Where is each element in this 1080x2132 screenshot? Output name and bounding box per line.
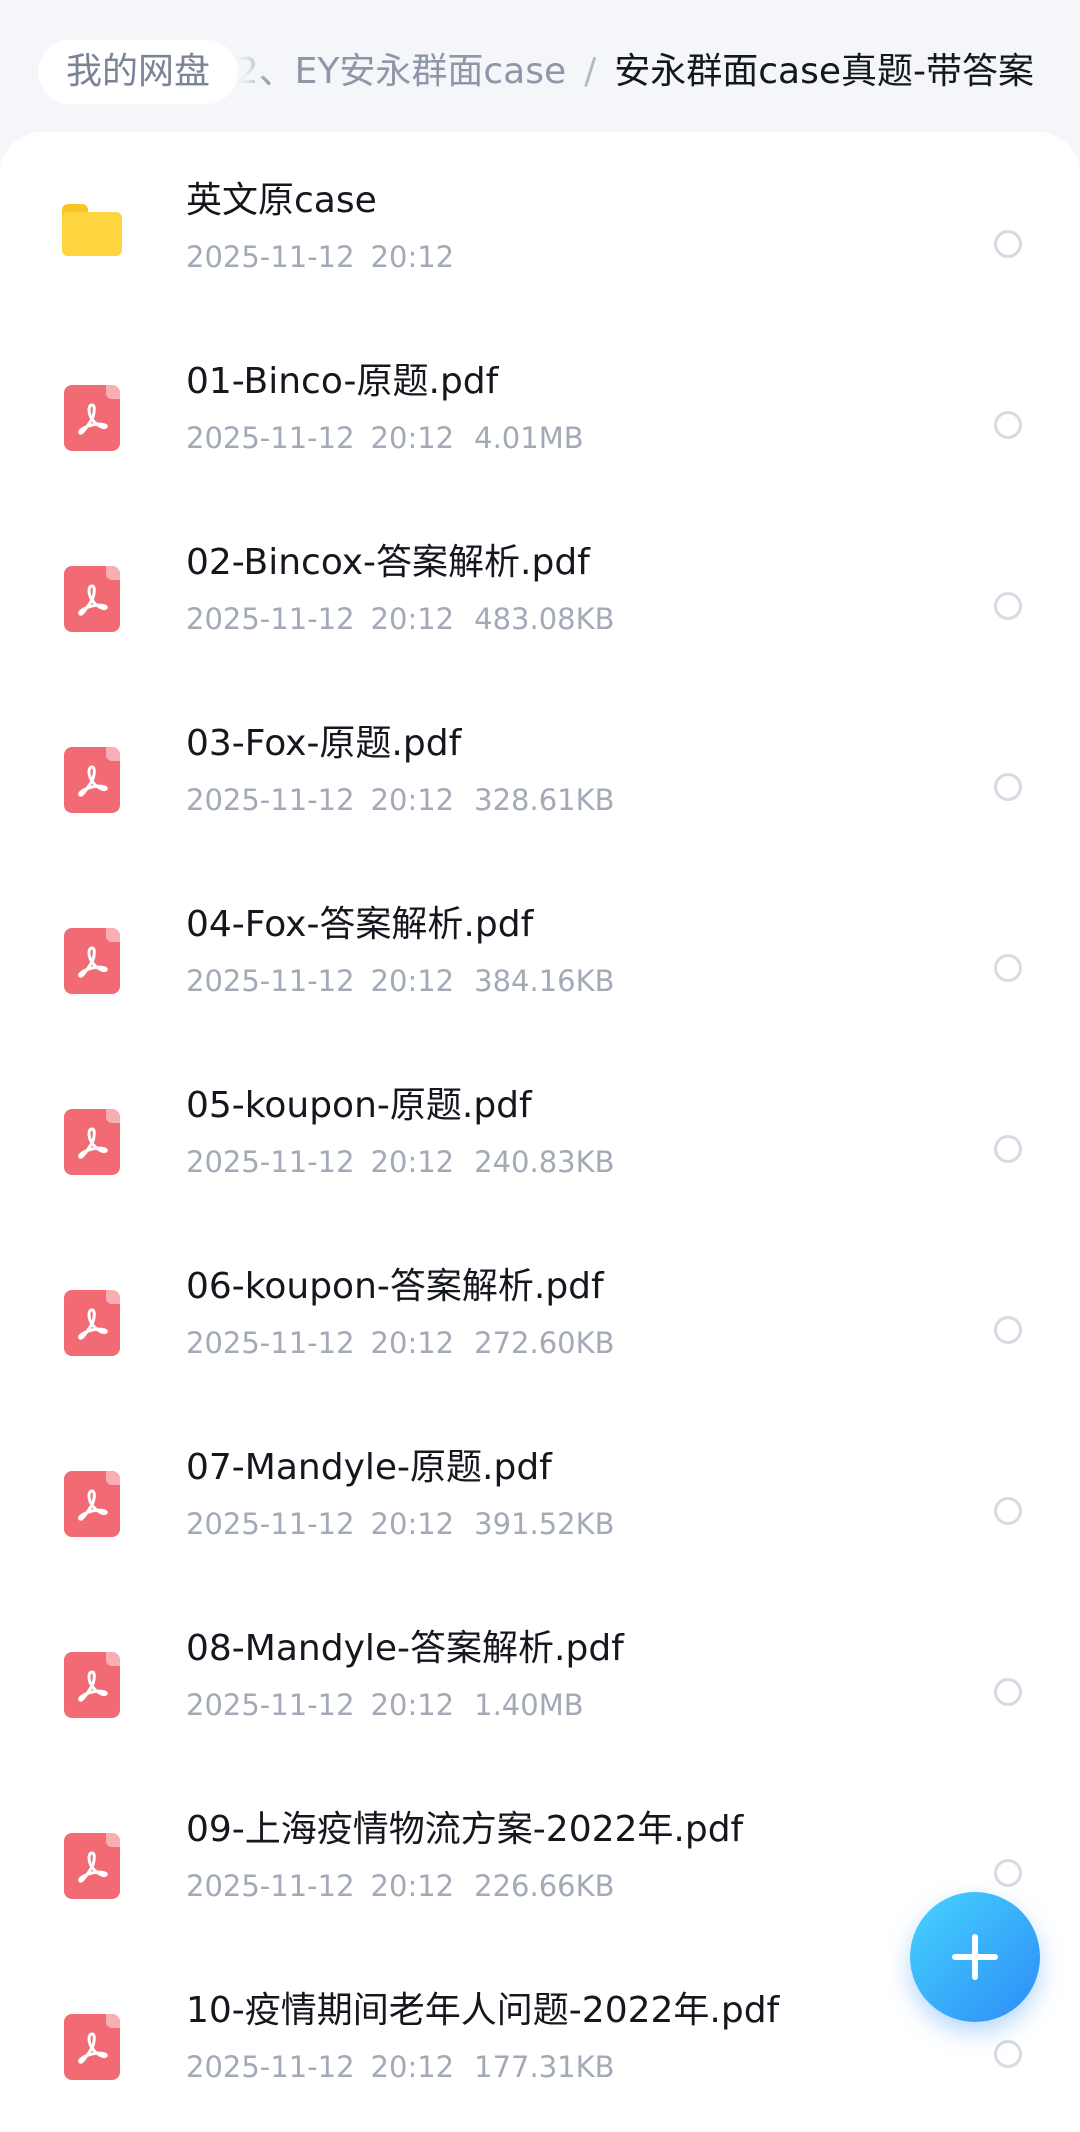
select-checkbox[interactable] (994, 230, 1022, 258)
select-checkbox[interactable] (994, 2040, 1022, 2068)
file-row[interactable]: 04-Fox-答案解析.pdf 2025-11-12 20:12 384.16KB (0, 856, 1080, 1037)
file-time: 20:12 (370, 1326, 455, 1360)
select-checkbox[interactable] (994, 954, 1022, 982)
file-row[interactable]: 07-Mandyle-原题.pdf 2025-11-12 20:12 391.52KB (0, 1399, 1080, 1580)
file-row[interactable]: 05-koupon-原题.pdf 2025-11-12 20:12 240.83KB (0, 1037, 1080, 1218)
select-checkbox[interactable] (994, 411, 1022, 439)
file-time: 20:12 (370, 1145, 455, 1179)
file-time: 20:12 (370, 783, 455, 817)
file-date: 2025-11-12 (186, 964, 355, 998)
pdf-file-icon (62, 1471, 122, 1537)
file-meta: 2025-11-12 20:12 240.83KB (186, 1140, 966, 1184)
file-date: 2025-11-12 (186, 421, 355, 455)
pdf-file-icon (62, 2014, 122, 2080)
file-time: 20:12 (370, 1507, 455, 1541)
file-meta: 2025-11-12 20:12 177.31KB (186, 2045, 966, 2089)
file-size: 177.31KB (474, 2050, 615, 2084)
pdf-file-icon (62, 566, 122, 632)
file-date: 2025-11-12 (186, 1326, 355, 1360)
file-date: 2025-11-12 (186, 1688, 355, 1722)
file-size: 384.16KB (474, 964, 615, 998)
file-meta: 2025-11-12 20:12 272.60KB (186, 1321, 966, 1365)
file-date: 2025-11-12 (186, 2050, 355, 2084)
file-size: 272.60KB (474, 1326, 615, 1360)
file-name: 07-Mandyle-原题.pdf (186, 1447, 552, 1488)
file-date: 2025-11-12 (186, 1507, 355, 1541)
file-date: 2025-11-12 (186, 783, 355, 817)
file-meta: 2025-11-12 20:12 384.16KB (186, 959, 966, 1003)
select-checkbox[interactable] (994, 773, 1022, 801)
file-list: 英文原case 2025-11-12 20:12 01-Binco-原题.pdf 202… (0, 132, 1080, 2123)
file-meta: 2025-11-12 20:12 4.01MB (186, 416, 966, 460)
file-time: 20:12 (370, 1869, 455, 1903)
breadcrumb-root-button[interactable]: 我的网盘 (38, 40, 239, 104)
file-date: 2025-11-12 (186, 1869, 355, 1903)
file-row[interactable]: 08-Mandyle-答案解析.pdf 2025-11-12 20:12 1.40MB (0, 1580, 1080, 1761)
file-meta: 2025-11-12 20:12 226.66KB (186, 1864, 966, 1908)
pdf-file-icon (62, 1833, 122, 1899)
file-time: 20:12 (370, 421, 455, 455)
file-name: 10-疫情期间老年人问题-2022年.pdf (186, 1990, 780, 2031)
file-time: 20:12 (370, 602, 455, 636)
file-name: 03-Fox-原题.pdf (186, 723, 462, 764)
file-time: 20:12 (370, 964, 455, 998)
pdf-file-icon (62, 747, 122, 813)
file-name: 02-Bincox-答案解析.pdf (186, 542, 590, 583)
file-row[interactable]: 06-koupon-答案解析.pdf 2025-11-12 20:12 272.60K… (0, 1218, 1080, 1399)
select-checkbox[interactable] (994, 1859, 1022, 1887)
file-name: 08-Mandyle-答案解析.pdf (186, 1628, 624, 1669)
add-button[interactable] (910, 1892, 1040, 2022)
file-meta: 2025-11-12 20:12 (186, 235, 966, 279)
file-meta: 2025-11-12 20:12 483.08KB (186, 597, 966, 641)
breadcrumb-trail: 2、EY安永群面case / 安永群面case真题-带答案 (236, 42, 1034, 102)
pdf-file-icon (62, 1109, 122, 1175)
file-name: 01-Binco-原题.pdf (186, 361, 499, 402)
file-name: 04-Fox-答案解析.pdf (186, 904, 534, 945)
file-name: 英文原case (186, 180, 377, 221)
file-size: 391.52KB (474, 1507, 615, 1541)
file-size: 226.66KB (474, 1869, 615, 1903)
file-meta: 2025-11-12 20:12 1.40MB (186, 1683, 966, 1727)
file-date: 2025-11-12 (186, 240, 355, 274)
file-row[interactable]: 03-Fox-原题.pdf 2025-11-12 20:12 328.61KB (0, 675, 1080, 856)
file-meta: 2025-11-12 20:12 391.52KB (186, 1502, 966, 1546)
breadcrumb-current: 安永群面case真题-带答案 (614, 51, 1034, 92)
file-time: 20:12 (370, 1688, 455, 1722)
select-checkbox[interactable] (994, 1497, 1022, 1525)
file-size: 240.83KB (474, 1145, 615, 1179)
select-checkbox[interactable] (994, 1678, 1022, 1706)
file-date: 2025-11-12 (186, 1145, 355, 1179)
pdf-file-icon (62, 385, 122, 451)
file-date: 2025-11-12 (186, 602, 355, 636)
breadcrumb-separator: / (584, 51, 597, 92)
breadcrumb-parent[interactable]: 2、EY安永群面case (236, 42, 566, 102)
file-name: 06-koupon-答案解析.pdf (186, 1266, 604, 1307)
pdf-file-icon (62, 1652, 122, 1718)
file-name: 09-上海疫情物流方案-2022年.pdf (186, 1809, 744, 1850)
select-checkbox[interactable] (994, 1135, 1022, 1163)
select-checkbox[interactable] (994, 592, 1022, 620)
file-size: 4.01MB (474, 421, 584, 455)
file-size: 328.61KB (474, 783, 615, 817)
pdf-file-icon (62, 928, 122, 994)
pdf-file-icon (62, 1290, 122, 1356)
file-name: 05-koupon-原题.pdf (186, 1085, 532, 1126)
file-row[interactable]: 01-Binco-原题.pdf 2025-11-12 20:12 4.01MB (0, 313, 1080, 494)
folder-row[interactable]: 英文原case 2025-11-12 20:12 (0, 132, 1080, 313)
file-time: 20:12 (370, 2050, 455, 2084)
breadcrumb: 2、EY安永群面case / 安永群面case真题-带答案 我的网盘 (0, 0, 1080, 130)
file-size: 1.40MB (474, 1688, 584, 1722)
file-list-card: 英文原case 2025-11-12 20:12 01-Binco-原题.pdf 202… (0, 132, 1080, 2132)
select-checkbox[interactable] (994, 1316, 1022, 1344)
file-meta: 2025-11-12 20:12 328.61KB (186, 778, 966, 822)
folder-icon (62, 204, 122, 264)
file-row[interactable]: 02-Bincox-答案解析.pdf 2025-11-12 20:12 483.08K… (0, 494, 1080, 675)
file-size: 483.08KB (474, 602, 615, 636)
file-row[interactable]: 09-上海疫情物流方案-2022年.pdf 2025-11-12 20:12 226.… (0, 1761, 1080, 1942)
file-time: 20:12 (370, 240, 455, 274)
